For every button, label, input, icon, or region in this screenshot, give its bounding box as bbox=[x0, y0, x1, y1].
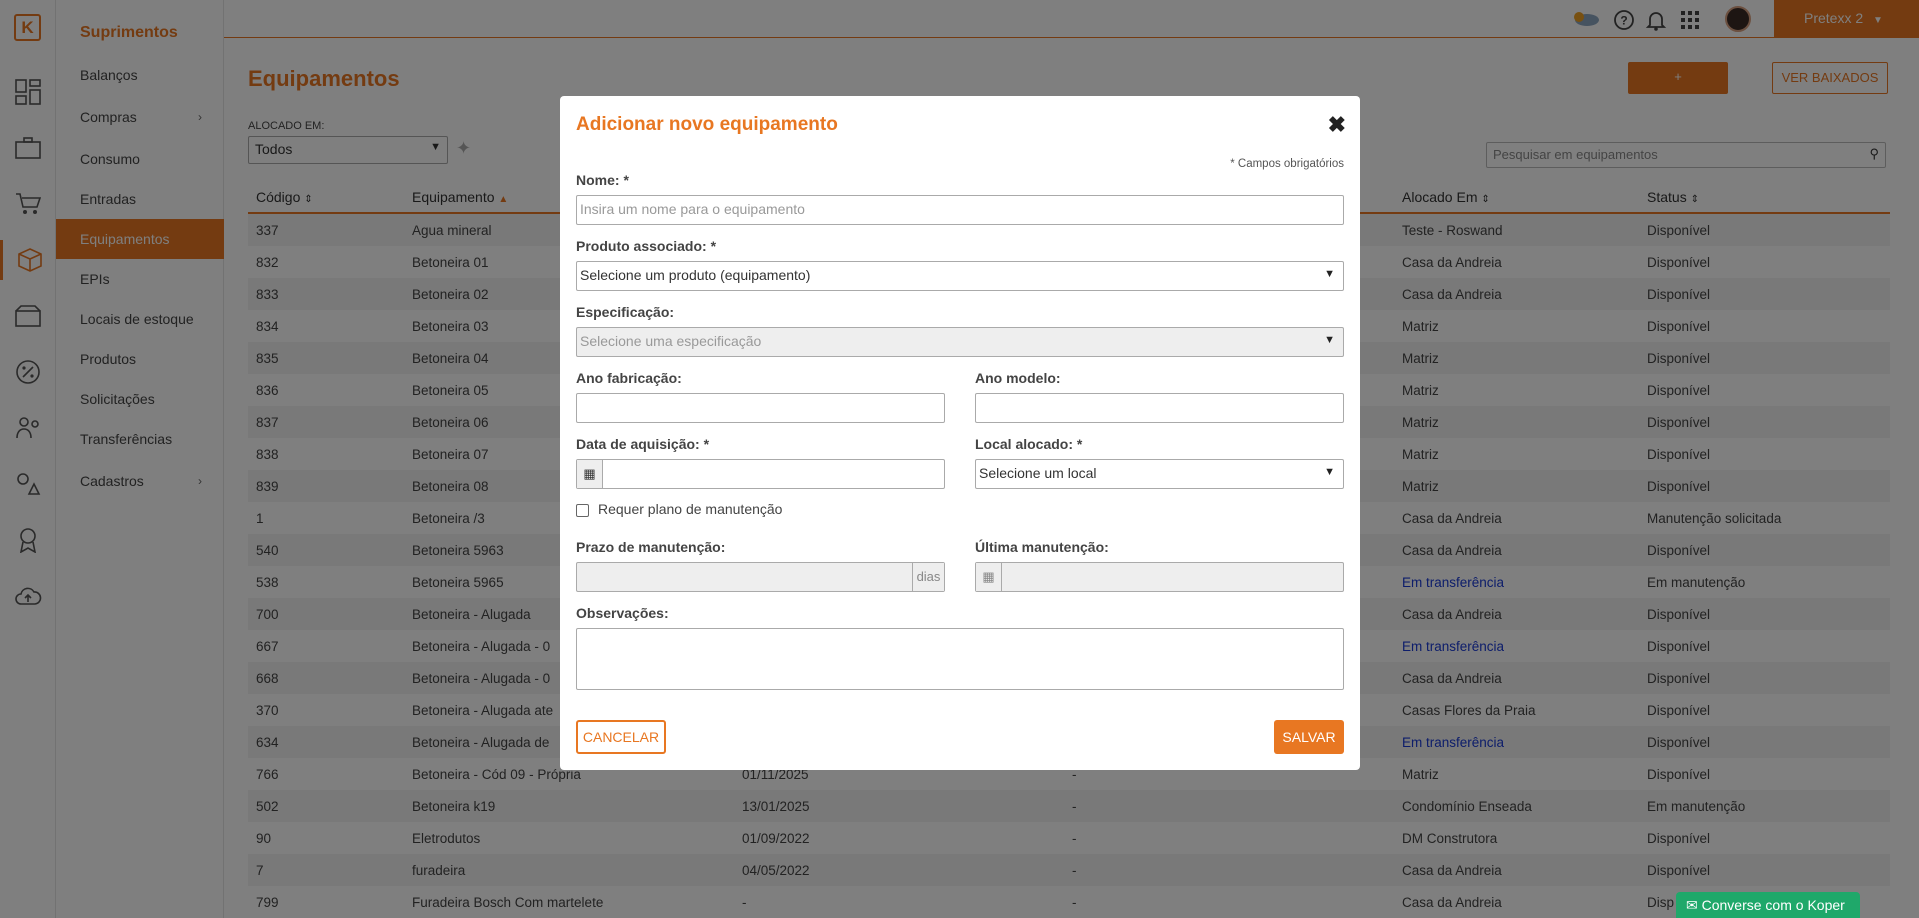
produto-value: Selecione um produto (equipamento) bbox=[580, 267, 811, 283]
calendar-icon[interactable]: ▦ bbox=[976, 563, 1002, 591]
dias-suffix: dias bbox=[912, 563, 944, 591]
chat-label: Converse com o Koper bbox=[1701, 897, 1845, 913]
plano-manutencao-checkbox[interactable] bbox=[576, 504, 589, 517]
local-alocado-label: Local alocado: * bbox=[975, 436, 1083, 452]
especificacao-value: Selecione uma especificação bbox=[580, 333, 762, 349]
caret-down-icon: ▼ bbox=[1324, 268, 1335, 280]
chat-icon: ✉ bbox=[1686, 897, 1698, 913]
calendar-icon[interactable]: ▦ bbox=[577, 460, 603, 488]
add-equipment-dialog: Adicionar novo equipamento ✖ * Campos ob… bbox=[560, 96, 1360, 770]
close-icon[interactable]: ✖ bbox=[1328, 112, 1346, 138]
especificacao-select[interactable]: Selecione uma especificação ▼ bbox=[576, 327, 1344, 357]
nome-placeholder: Insira um nome para o equipamento bbox=[580, 201, 805, 217]
ultima-manutencao-input[interactable]: ▦ bbox=[975, 562, 1344, 592]
produto-select[interactable]: Selecione um produto (equipamento) ▼ bbox=[576, 261, 1344, 291]
chat-button[interactable]: ✉ Converse com o Koper bbox=[1676, 892, 1860, 918]
nome-input[interactable]: Insira um nome para o equipamento bbox=[576, 195, 1344, 225]
observacoes-label: Observações: bbox=[576, 605, 669, 621]
cancel-button[interactable]: CANCELAR bbox=[576, 720, 666, 754]
plano-manutencao-label[interactable]: Requer plano de manutenção bbox=[598, 501, 782, 517]
save-button[interactable]: SALVAR bbox=[1274, 720, 1344, 754]
ano-modelo-input[interactable] bbox=[975, 393, 1344, 423]
prazo-label: Prazo de manutenção: bbox=[576, 539, 726, 555]
nome-label: Nome: * bbox=[576, 172, 629, 188]
dialog-title: Adicionar novo equipamento bbox=[576, 114, 838, 135]
local-value: Selecione um local bbox=[979, 465, 1097, 481]
ultima-manutencao-label: Última manutenção: bbox=[975, 539, 1109, 555]
caret-down-icon: ▼ bbox=[1324, 334, 1335, 346]
produto-label: Produto associado: * bbox=[576, 238, 717, 254]
prazo-input[interactable]: dias bbox=[576, 562, 945, 592]
ano-modelo-label: Ano modelo: bbox=[975, 370, 1061, 386]
especificacao-label: Especificação: bbox=[576, 304, 675, 320]
caret-down-icon: ▼ bbox=[1324, 466, 1335, 478]
local-alocado-select[interactable]: Selecione um local ▼ bbox=[975, 459, 1344, 489]
data-aquisicao-input[interactable]: ▦ bbox=[576, 459, 945, 489]
ano-fabricacao-input[interactable] bbox=[576, 393, 945, 423]
ano-fabricacao-label: Ano fabricação: bbox=[576, 370, 682, 386]
observacoes-textarea[interactable] bbox=[576, 628, 1344, 690]
required-note: * Campos obrigatórios bbox=[1230, 158, 1344, 170]
data-aquisicao-label: Data de aquisição: * bbox=[576, 436, 710, 452]
